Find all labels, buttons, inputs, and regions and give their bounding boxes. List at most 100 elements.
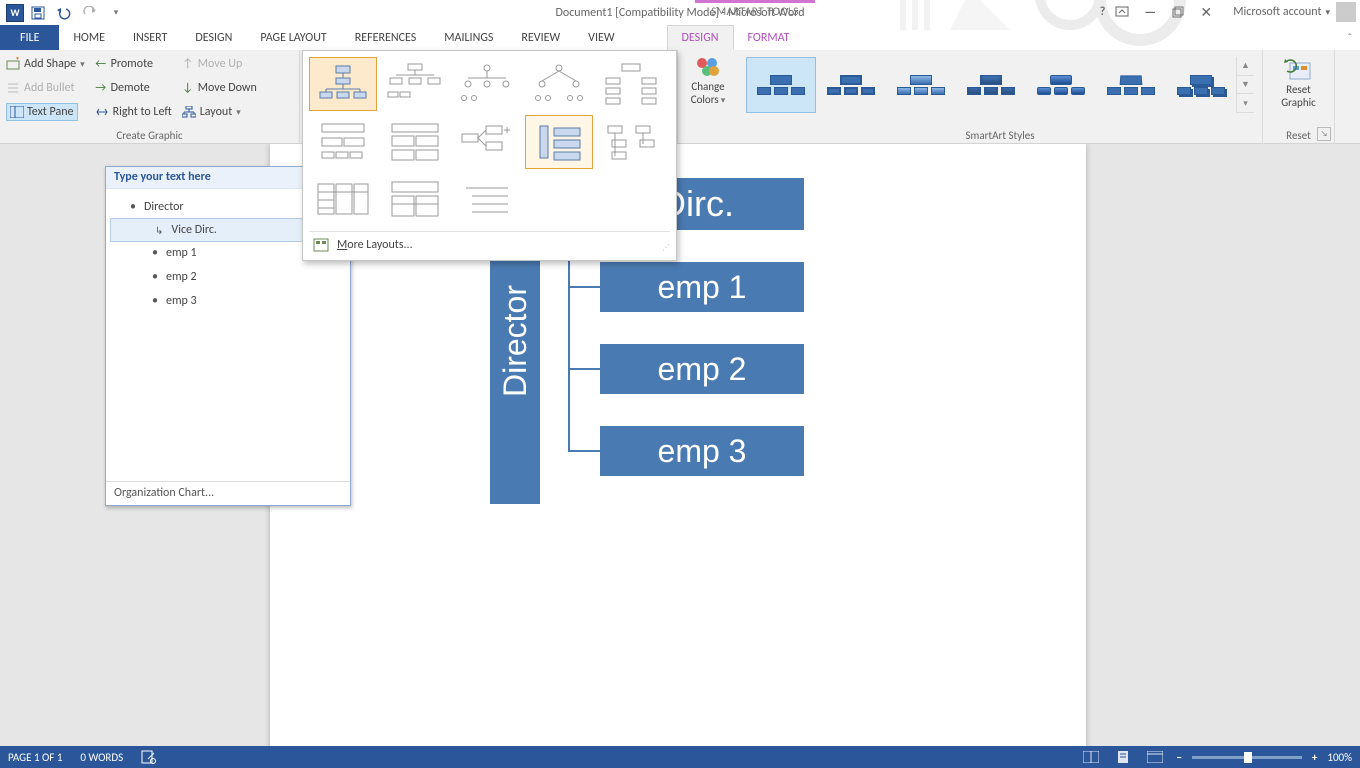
layout-option-6[interactable] (309, 115, 377, 169)
status-words[interactable]: 0 WORDS (80, 751, 123, 764)
layout-option-8[interactable] (453, 115, 521, 169)
move-up-button: ↑Move Up (182, 53, 257, 75)
redo-button[interactable] (78, 2, 102, 24)
group-label-create-graphic: Create Graphic (0, 129, 299, 142)
group-label-styles: SmartArt Styles (738, 129, 1262, 142)
move-down-button[interactable]: ↓Move Down (182, 77, 257, 99)
smartart-emp3-box[interactable]: emp 3 (600, 426, 804, 476)
resize-grip-icon[interactable]: ⋰ (662, 246, 674, 258)
change-colors-line2: Colors (691, 93, 719, 106)
layout-option-12[interactable] (381, 173, 449, 227)
tp-item-emp3[interactable]: •emp 3 (108, 289, 348, 313)
layout-button[interactable]: Layout▾ (182, 101, 257, 123)
style-thumb-5[interactable] (1026, 57, 1096, 113)
tab-smartart-format[interactable]: FORMAT (734, 25, 804, 50)
tab-insert[interactable]: INSERT (119, 25, 181, 50)
qat-customize-button[interactable]: ▾ (104, 2, 128, 24)
layout-option-11[interactable] (309, 173, 377, 227)
ribbon: Add Shape▾ Add Bullet Text Pane ←Promote… (0, 50, 1360, 144)
reset-graphic-button[interactable]: Reset Graphic (1269, 53, 1328, 131)
smartart-connector-h1 (568, 286, 600, 288)
layout-option-5[interactable] (597, 57, 665, 111)
style-thumb-1[interactable] (746, 57, 816, 113)
close-button[interactable]: ✕ (1195, 2, 1217, 22)
title-bar: W ▾ Document1 [Compatibility Mode] - Mic… (0, 0, 1360, 25)
zoom-in-button[interactable]: + (1312, 751, 1317, 764)
promote-button[interactable]: ←Promote (95, 53, 172, 75)
tab-smartart-design[interactable]: DESIGN (667, 25, 734, 50)
tp-item-label: Director (144, 200, 184, 214)
tp-item-emp2[interactable]: •emp 2 (108, 265, 348, 289)
smartart-director-text: Director (497, 285, 534, 397)
change-colors-line1: Change (691, 80, 724, 93)
style-thumb-7[interactable] (1166, 57, 1236, 113)
tab-design[interactable]: DESIGN (181, 25, 246, 50)
text-pane-footer[interactable]: Organization Chart... (106, 481, 350, 505)
layout-option-13[interactable] (453, 173, 521, 227)
reset-graphic-icon (1284, 57, 1314, 83)
help-button[interactable]: ? (1100, 5, 1106, 19)
smartart-emp2-box[interactable]: emp 2 (600, 344, 804, 394)
style-thumb-2[interactable] (816, 57, 886, 113)
minimize-button[interactable]: — (1139, 2, 1161, 22)
status-bar: PAGE 1 OF 1 0 WORDS − + 100% (0, 746, 1360, 768)
tab-home[interactable]: HOME (59, 25, 119, 50)
move-down-label: Move Down (198, 81, 257, 95)
tp-item-label: Vice Dirc. (171, 223, 217, 237)
layout-option-4[interactable] (525, 57, 593, 111)
view-web-layout-button[interactable] (1144, 748, 1166, 766)
view-read-mode-button[interactable] (1080, 748, 1102, 766)
reset-dialog-launcher[interactable]: ↘ (1317, 127, 1331, 141)
layout-option-1[interactable] (309, 57, 377, 111)
layout-option-2[interactable] (381, 57, 449, 111)
move-up-label: Move Up (198, 57, 243, 71)
view-print-layout-button[interactable] (1112, 748, 1134, 766)
rtl-label: Right to Left (113, 105, 172, 119)
tab-mailings[interactable]: MAILINGS (430, 25, 507, 50)
demote-button[interactable]: →Demote (95, 77, 172, 99)
smartart-connector-h3 (568, 450, 600, 452)
smartart-connector-h2 (568, 368, 600, 370)
tab-view[interactable]: VIEW (574, 25, 628, 50)
account-button[interactable]: Microsoft account▾ (1233, 2, 1356, 22)
tab-references[interactable]: REFERENCES (341, 25, 431, 50)
change-colors-button[interactable]: Change Colors ▾ (678, 50, 738, 128)
tp-item-label: emp 2 (166, 270, 197, 284)
more-layouts-icon (313, 238, 329, 252)
styles-scroll[interactable]: ▲▼▾ (1236, 57, 1254, 113)
tab-file[interactable]: FILE (0, 25, 59, 50)
smartart-emp3-text: emp 3 (658, 433, 747, 470)
status-page[interactable]: PAGE 1 OF 1 (8, 751, 62, 764)
add-shape-button[interactable]: Add Shape▾ (6, 53, 85, 75)
text-pane-label: Text Pane (27, 105, 74, 119)
collapse-ribbon-button[interactable]: ˆ (1348, 31, 1352, 44)
zoom-slider[interactable] (1192, 756, 1302, 759)
layout-option-3[interactable] (453, 57, 521, 111)
tab-page-layout[interactable]: PAGE LAYOUT (246, 25, 340, 50)
ribbon-display-options-button[interactable] (1111, 2, 1133, 22)
style-thumb-4[interactable] (956, 57, 1026, 113)
tab-review[interactable]: REVIEW (507, 25, 574, 50)
undo-button[interactable] (52, 2, 76, 24)
layout-option-10[interactable] (597, 115, 665, 169)
layout-label: Layout (200, 105, 233, 119)
zoom-out-button[interactable]: − (1176, 751, 1181, 764)
zoom-level[interactable]: 100% (1327, 751, 1352, 764)
add-shape-label: Add Shape (24, 57, 76, 71)
restore-button[interactable] (1167, 2, 1189, 22)
save-button[interactable] (26, 2, 50, 24)
style-thumb-3[interactable] (886, 57, 956, 113)
group-reset: Reset Graphic Reset ↘ (1263, 50, 1335, 144)
status-proof-icon[interactable] (141, 750, 157, 764)
document-workspace: Director e Dirc. emp 1 emp 2 emp 3 Type … (0, 144, 1360, 746)
smartart-emp1-box[interactable]: emp 1 (600, 262, 804, 312)
tp-item-label: emp 3 (166, 294, 197, 308)
layout-option-7[interactable] (381, 115, 449, 169)
style-thumb-6[interactable] (1096, 57, 1166, 113)
more-layouts-button[interactable]: MMore Layouts...ore Layouts... (309, 231, 670, 258)
right-to-left-button[interactable]: Right to Left (95, 101, 172, 123)
text-pane-button[interactable]: Text Pane (6, 101, 85, 123)
layouts-gallery: MMore Layouts...ore Layouts... ⋰ (302, 50, 677, 261)
add-bullet-label: Add Bullet (24, 81, 75, 95)
layout-option-9[interactable] (525, 115, 593, 169)
